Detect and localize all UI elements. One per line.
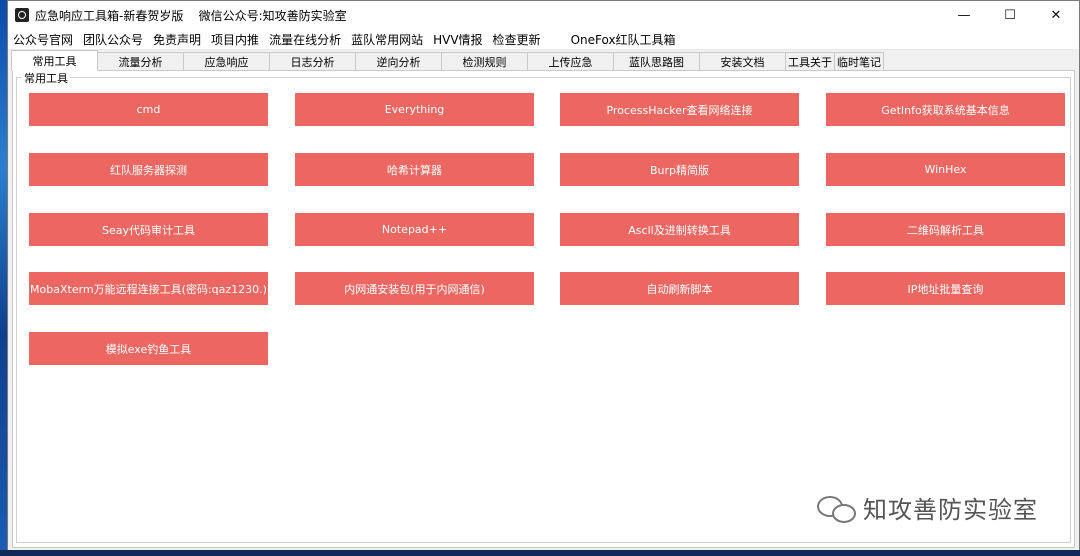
tab-bar: 常用工具 流量分析 应急响应 日志分析 逆向分析 检测规则 上传应急 蓝队思路图… (8, 50, 1079, 71)
tool-button-getinfo[interactable]: GetInfo获取系统基本信息 (826, 93, 1065, 126)
common-tools-group: 常用工具 cmd Everything ProcessHacker查看网络连接 … (16, 70, 1071, 543)
tool-button-auto-refresh[interactable]: 自动刷新脚本 (560, 272, 799, 305)
tab-traffic-analysis[interactable]: 流量分析 (97, 52, 184, 71)
tool-button-processhacker[interactable]: ProcessHacker查看网络连接 (560, 93, 799, 126)
tool-button-mobaxterm[interactable]: MobaXterm万能远程连接工具(密码:qaz1230.) (29, 272, 268, 305)
app-window: 应急响应工具箱-新春贺岁版 微信公众号:知攻善防实验室 — ☐ ✕ 公众号官网 … (7, 0, 1080, 551)
tab-log-analysis[interactable]: 日志分析 (269, 52, 356, 71)
menu-traffic-online[interactable]: 流量在线分析 (264, 31, 346, 48)
tool-button-red-team-probe[interactable]: 红队服务器探测 (29, 153, 268, 186)
group-label: 常用工具 (22, 70, 70, 86)
app-icon (15, 8, 29, 22)
tool-button-phishing-exe[interactable]: 模拟exe钓鱼工具 (29, 332, 268, 365)
tool-button-hash-calculator[interactable]: 哈希计算器 (295, 153, 534, 186)
tab-common-tools[interactable]: 常用工具 (11, 50, 98, 71)
watermark: 知攻善防实验室 (817, 490, 1038, 525)
tab-upload-response[interactable]: 上传应急 (527, 52, 614, 71)
menu-check-update[interactable]: 检查更新 (488, 31, 546, 48)
menu-job-referral[interactable]: 项目内推 (206, 31, 264, 48)
tab-reverse-analysis[interactable]: 逆向分析 (355, 52, 442, 71)
tab-notes[interactable]: 临时笔记 (834, 52, 884, 71)
menu-blue-team-sites[interactable]: 蓝队常用网站 (346, 31, 428, 48)
menu-team-account[interactable]: 团队公众号 (78, 31, 148, 48)
tool-button-intranet-chat[interactable]: 内网通安装包(用于内网通信) (295, 272, 534, 305)
tab-blue-team-map[interactable]: 蓝队思路图 (613, 52, 700, 71)
tool-button-burp-lite[interactable]: Burp精简版 (560, 153, 799, 186)
wechat-icon (817, 494, 857, 523)
menu-disclaimer[interactable]: 免责声明 (148, 31, 206, 48)
menu-official-site[interactable]: 公众号官网 (8, 31, 78, 48)
menu-bar: 公众号官网 团队公众号 免责声明 项目内推 流量在线分析 蓝队常用网站 HVV情… (8, 29, 1079, 50)
tool-button-cmd[interactable]: cmd (29, 93, 268, 126)
title-bar: 应急响应工具箱-新春贺岁版 微信公众号:知攻善防实验室 — ☐ ✕ (8, 1, 1079, 29)
tool-button-ascii-converter[interactable]: Ascll及进制转换工具 (560, 213, 799, 246)
taskbar (0, 550, 1080, 556)
tool-button-qrcode-parser[interactable]: 二维码解析工具 (826, 213, 1065, 246)
menu-hvv-intel[interactable]: HVV情报 (428, 31, 487, 48)
tool-button-notepadpp[interactable]: Notepad++ (295, 213, 534, 246)
tool-button-winhex[interactable]: WinHex (826, 153, 1065, 186)
window-controls: — ☐ ✕ (941, 1, 1079, 29)
tool-button-ip-batch-query[interactable]: IP地址批量查询 (826, 272, 1065, 305)
minimize-button[interactable]: — (941, 1, 987, 29)
close-button[interactable]: ✕ (1033, 1, 1079, 29)
menu-onefox[interactable]: OneFox红队工具箱 (566, 31, 681, 48)
tool-button-seay-audit[interactable]: Seay代码审计工具 (29, 213, 268, 246)
window-title: 应急响应工具箱-新春贺岁版 微信公众号:知攻善防实验室 (35, 8, 347, 23)
maximize-button[interactable]: ☐ (987, 1, 1033, 29)
tab-panel: 常用工具 cmd Everything ProcessHacker查看网络连接 … (12, 70, 1075, 548)
tool-button-everything[interactable]: Everything (295, 93, 534, 126)
tab-about[interactable]: 工具关于 (785, 52, 835, 71)
tab-install-docs[interactable]: 安装文档 (699, 52, 786, 71)
tab-detection-rules[interactable]: 检测规则 (441, 52, 528, 71)
watermark-text: 知攻善防实验室 (863, 496, 1038, 524)
tab-incident-response[interactable]: 应急响应 (183, 52, 270, 71)
